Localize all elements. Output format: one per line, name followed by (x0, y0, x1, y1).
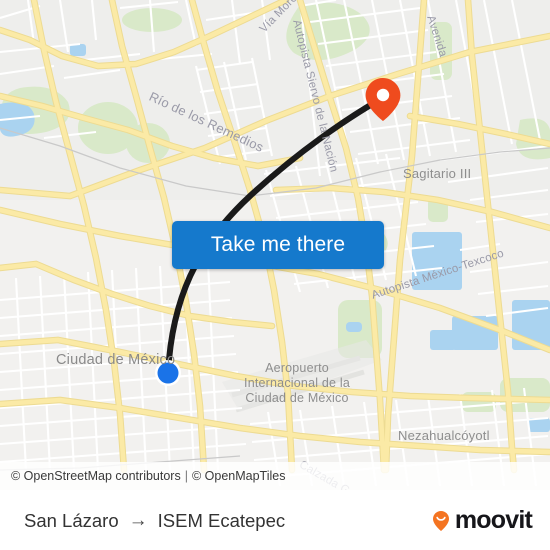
map-share-card: Vía Morelos Autopista Siervo de la Nació… (0, 0, 550, 550)
footer-bar: San Lázaro → ISEM Ecatepec moovit (0, 490, 550, 550)
moovit-pin-icon (432, 510, 449, 531)
map-attribution: © OpenStreetMap contributors | © OpenMap… (0, 462, 550, 490)
moovit-wordmark: moovit (454, 506, 533, 534)
take-me-there-button[interactable]: Take me there (172, 221, 384, 269)
arrow-right-icon: → (128, 509, 148, 531)
attribution-separator: | (184, 469, 188, 483)
attribution-openmaptiles[interactable]: © OpenMapTiles (192, 469, 286, 483)
route-summary: San Lázaro → ISEM Ecatepec (24, 510, 285, 532)
route-destination-label: ISEM Ecatepec (157, 509, 286, 531)
route-origin-label: San Lázaro (24, 509, 119, 531)
moovit-logo[interactable]: moovit (428, 506, 533, 534)
attribution-osm[interactable]: © OpenStreetMap contributors (11, 469, 181, 483)
origin-marker[interactable] (155, 360, 181, 386)
map-canvas[interactable]: Vía Morelos Autopista Siervo de la Nació… (0, 0, 550, 490)
